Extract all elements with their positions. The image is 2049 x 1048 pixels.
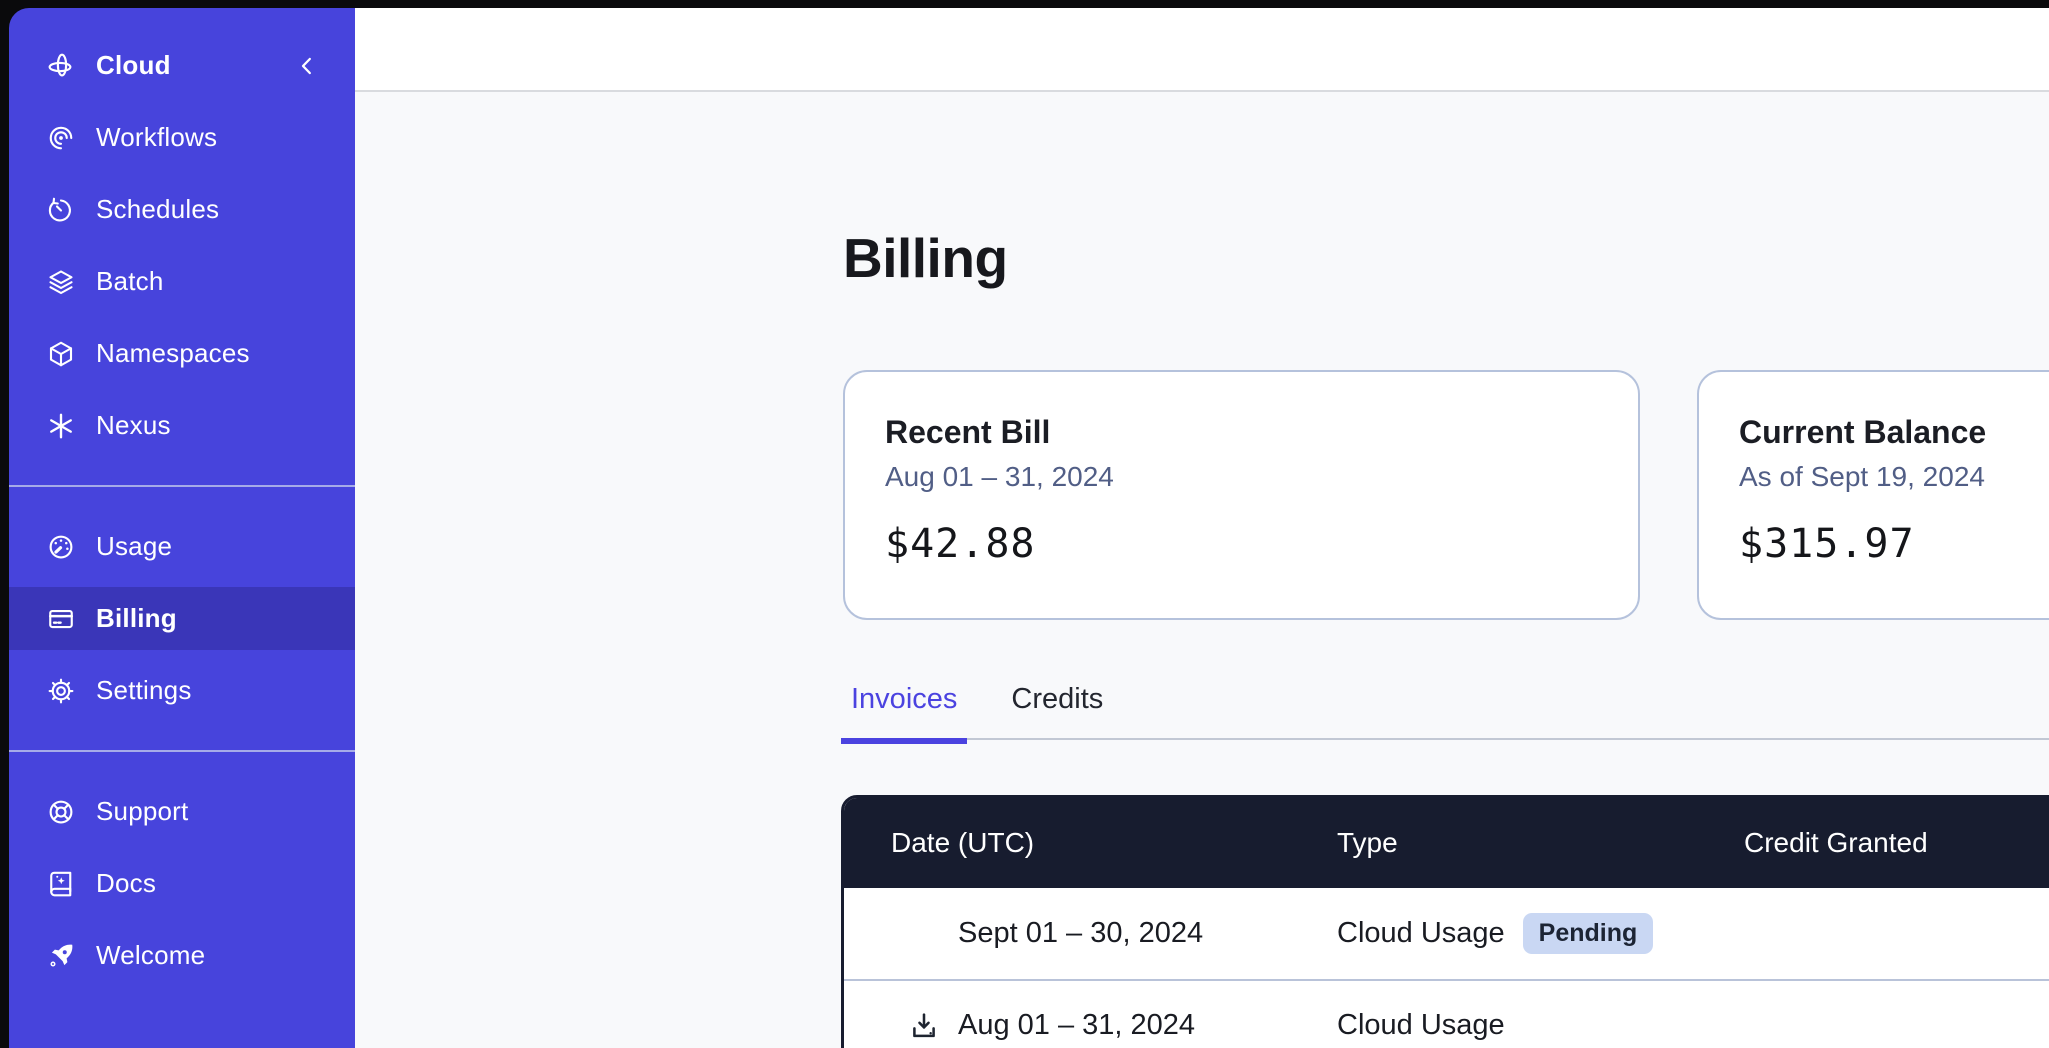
settings-icon — [46, 676, 76, 706]
sidebar-divider — [9, 485, 355, 487]
download-icon[interactable] — [908, 1010, 958, 1042]
sidebar-item-workflows[interactable]: Workflows — [9, 106, 355, 169]
billing-page: Billing Recent Bill Aug 01 – 31, 2024 $4… — [355, 94, 2049, 1048]
card-title: Recent Bill — [885, 414, 1598, 451]
col-credit-granted: Credit Granted — [1744, 827, 2049, 859]
invoice-type: Cloud Usage — [1337, 1009, 1505, 1042]
docs-icon — [46, 869, 76, 899]
card-date-range: Aug 01 – 31, 2024 — [885, 461, 1598, 493]
current-balance-card: Current Balance As of Sept 19, 2024 $315… — [1697, 370, 2049, 620]
schedules-icon — [46, 195, 76, 225]
page-title: Billing — [843, 226, 1008, 290]
summary-cards: Recent Bill Aug 01 – 31, 2024 $42.88 Cur… — [843, 370, 2049, 620]
sidebar-item-schedules[interactable]: Schedules — [9, 178, 355, 241]
sidebar-item-batch[interactable]: Batch — [9, 250, 355, 313]
workflows-icon — [46, 123, 76, 153]
table-header: Date (UTC) Type Credit Granted — [844, 798, 2049, 888]
sidebar-item-support[interactable]: Support — [9, 780, 355, 843]
batch-icon — [46, 267, 76, 297]
main-area: Billing Recent Bill Aug 01 – 31, 2024 $4… — [355, 8, 2049, 1048]
sidebar-item-billing[interactable]: Billing — [9, 587, 355, 650]
billing-icon — [46, 604, 76, 634]
table-row: Sept 01 – 30, 2024 Cloud Usage Pending — [844, 888, 2049, 979]
invoice-date: Sept 01 – 30, 2024 — [958, 917, 1203, 950]
card-date: As of Sept 19, 2024 — [1739, 461, 2049, 493]
welcome-rocket-icon — [46, 941, 76, 971]
sidebar: Cloud Workflows Schedules — [9, 8, 355, 1048]
usage-icon — [46, 532, 76, 562]
sidebar-header-label: Cloud — [96, 50, 171, 81]
card-amount: $42.88 — [885, 521, 1598, 567]
sidebar-item-settings[interactable]: Settings — [9, 659, 355, 722]
billing-tabs: Invoices Credits — [841, 679, 1113, 744]
sidebar-item-namespaces[interactable]: Namespaces — [9, 322, 355, 385]
recent-bill-card: Recent Bill Aug 01 – 31, 2024 $42.88 — [843, 370, 1640, 620]
col-date-utc: Date (UTC) — [844, 827, 1337, 859]
top-bar — [355, 8, 2049, 92]
table-row: Aug 01 – 31, 2024 Cloud Usage — [844, 979, 2049, 1048]
card-amount: $315.97 — [1739, 521, 2049, 567]
invoices-table: Date (UTC) Type Credit Granted Sept 01 –… — [841, 795, 2049, 1048]
tab-invoices[interactable]: Invoices — [841, 679, 967, 744]
col-type: Type — [1337, 827, 1744, 859]
sidebar-header-cloud[interactable]: Cloud — [9, 34, 355, 97]
namespaces-icon — [46, 339, 76, 369]
temporal-logo-icon — [46, 51, 76, 81]
support-icon — [46, 797, 76, 827]
invoice-date: Aug 01 – 31, 2024 — [958, 1009, 1195, 1042]
sidebar-item-welcome[interactable]: Welcome — [9, 924, 355, 987]
status-badge: Pending — [1523, 913, 1654, 954]
chevron-left-icon[interactable] — [295, 54, 319, 78]
sidebar-item-usage[interactable]: Usage — [9, 515, 355, 578]
card-title: Current Balance — [1739, 414, 2049, 451]
tab-credits[interactable]: Credits — [1001, 679, 1113, 744]
nexus-icon — [46, 411, 76, 441]
invoice-type: Cloud Usage — [1337, 917, 1505, 950]
sidebar-item-nexus[interactable]: Nexus — [9, 394, 355, 457]
sidebar-item-docs[interactable]: Docs — [9, 852, 355, 915]
sidebar-divider — [9, 750, 355, 752]
